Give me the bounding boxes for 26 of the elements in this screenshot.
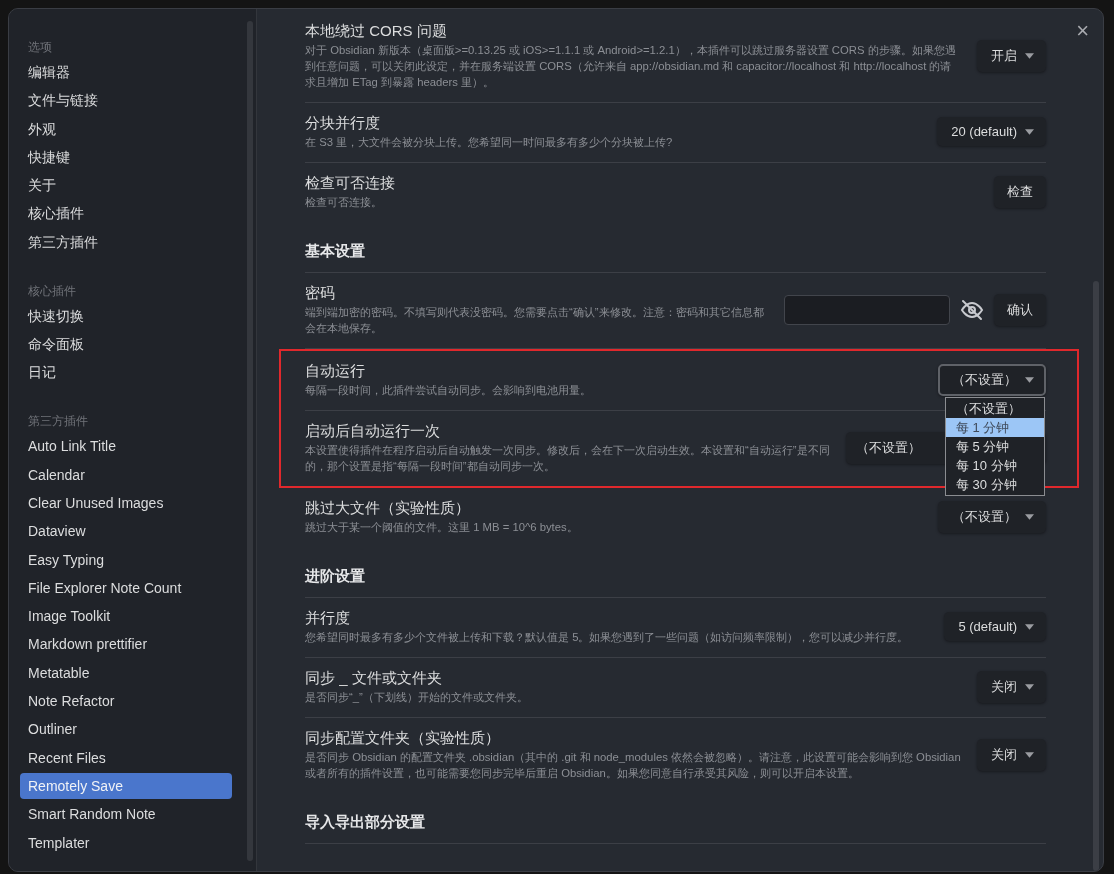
section-heading: 导入导出部分设置 (305, 793, 1046, 844)
setting-description: 检查可否连接。 (305, 195, 383, 210)
setting-title: 并行度 (305, 608, 351, 628)
section-heading: 基本设置 (305, 222, 1046, 273)
setting-title: 同步配置文件夹（实验性质） (305, 728, 501, 748)
setting-title: 启动后自动运行一次 (305, 421, 441, 441)
setting-description: 在 S3 里，大文件会被分块上传。您希望同一时间最多有多少个分块被上传? (305, 135, 674, 150)
setting-title: 同步 _ 文件或文件夹 (305, 668, 443, 688)
setting-description: 对于 Obsidian 新版本（桌面版>=0.13.25 或 iOS>=1.1.1 或 Android>=1.2.1），本插件可以跳过服务器设置 CORS 的步骤。如果您遇到任意问题，可以关闭此设定，并在服务端设置 CORS（允许来自 app://obsidian.md 和 capacitor://localhost 和 http://localhost 的请求且增加 ETag 到暴露 headers 里）。 (305, 43, 957, 90)
setting-description: 每隔一段时间，此插件尝试自动同步。会影响到电池用量。 (305, 383, 592, 398)
section-heading: 进阶设置 (305, 547, 1046, 598)
sidebar-heading: 核心插件 (27, 282, 77, 300)
setting-title: 分块并行度 (305, 113, 381, 133)
setting-title: 密码 (305, 283, 336, 303)
setting-description: 跳过大于某一个阈值的文件。这里 1 MB = 10^6 bytes。 (305, 520, 579, 535)
sidebar-heading: 第三方插件 (27, 413, 89, 431)
setting-description: 您希望同时最多有多少个文件被上传和下载？默认值是 5。如果您遇到了一些问题（如访问频率限制），您可以减少并行度。 (305, 630, 910, 645)
setting-title: 跳过大文件（实验性质） (305, 498, 471, 518)
setting-description: 本设置使得插件在程序启动后自动触发一次同步。修改后，会在下一次启动生效。本设置和“自动运行”是不同的，那个设置是指“每隔一段时间”都自动同步一次。 (305, 443, 830, 474)
setting-title: 自动运行 (305, 361, 366, 381)
setting-title: 检查可否连接 (305, 173, 396, 193)
setting-title: 本地绕过 CORS 问题 (305, 21, 448, 41)
setting-description: 是否同步“_”（下划线）开始的文件或文件夹。 (305, 690, 529, 705)
sidebar-heading: 选项 (27, 39, 53, 56)
setting-description: 端到端加密的密码。不填写则代表没密码。您需要点击“确认”来修改。注意：密码和其它信息都会在本地保存。 (305, 305, 765, 336)
setting-description: 是否同步 Obsidian 的配置文件夹 .obsidian（其中的 .git 和 node_modules 依然会被忽略）。请注意，此设置可能会影响到您 Obsidian 或者所有的插件设置，也可能需要您同步完毕后重启 Obsidian。如果您同意自行承受其风险，则可以开启本设置。 (305, 750, 961, 781)
